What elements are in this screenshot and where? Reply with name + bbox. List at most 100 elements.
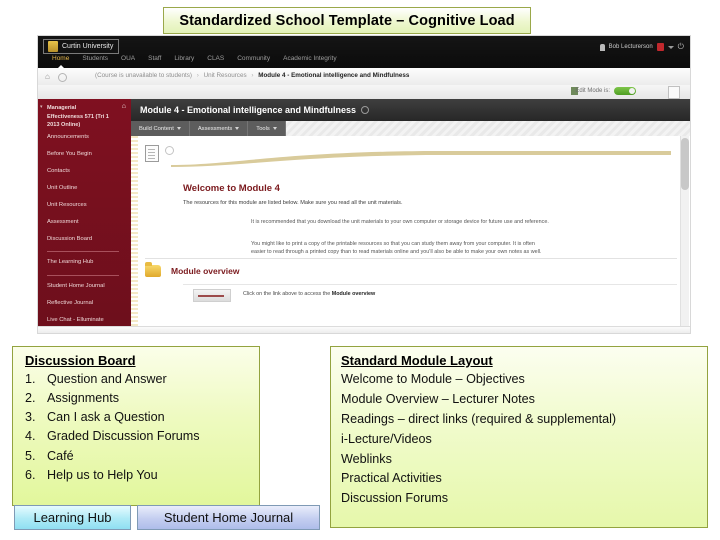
sidebar-item-the-learning-hub[interactable]: The Learning Hub bbox=[47, 255, 125, 272]
breadcrumb-separator-2: › bbox=[251, 72, 254, 79]
edit-mode-label: Edit Mode is: bbox=[575, 88, 610, 94]
tools-button[interactable]: Tools bbox=[248, 121, 286, 136]
list-item[interactable]: 4. Graded Discussion Forums bbox=[25, 427, 259, 446]
list-item[interactable]: 1. Question and Answer bbox=[25, 370, 259, 389]
course-menu-list: Announcements Before You Begin Contacts … bbox=[47, 129, 125, 333]
sidebar-item-contacts[interactable]: Contacts bbox=[47, 163, 125, 180]
home-icon[interactable]: ⌂ bbox=[45, 72, 50, 81]
institution-nav-bar: Curtin University Home Students OUA Staf… bbox=[38, 36, 690, 68]
collapse-panel-button[interactable] bbox=[668, 86, 680, 99]
overview-text-bold: Module overview bbox=[331, 291, 376, 297]
discussion-board-box: Discussion Board 1. Question and Answer … bbox=[12, 346, 260, 506]
nav-item-home[interactable]: Home bbox=[52, 55, 69, 68]
slide-title-text: Standardized School Template – Cognitive… bbox=[179, 12, 515, 29]
list-item[interactable]: 2. Assignments bbox=[25, 389, 259, 408]
chevron-down-icon bbox=[176, 127, 181, 130]
action-button-group: Build Content Assessments Tools bbox=[131, 121, 286, 136]
decorative-swoosh bbox=[171, 150, 671, 167]
list-item-label: Assignments bbox=[47, 391, 120, 406]
overview-thumbnail[interactable] bbox=[193, 289, 231, 302]
alert-badge-icon[interactable] bbox=[656, 43, 664, 51]
module-lead-text: The resources for this module are listed… bbox=[183, 200, 403, 206]
tools-label: Tools bbox=[256, 125, 270, 132]
breadcrumb: (Course is unavailable to students) › Un… bbox=[95, 72, 409, 79]
slide-title-banner: Standardized School Template – Cognitive… bbox=[163, 7, 531, 34]
folder-icon bbox=[145, 262, 161, 277]
learning-hub-button[interactable]: Learning Hub bbox=[14, 505, 131, 530]
list-item-number: 6. bbox=[25, 467, 36, 482]
power-icon[interactable]: ⏻ bbox=[678, 43, 684, 51]
home-icon[interactable]: ⌂ bbox=[122, 103, 126, 110]
module-overview-heading[interactable]: Module overview bbox=[171, 266, 240, 276]
content-scrollbar-thumb[interactable] bbox=[681, 138, 689, 190]
module-document-area: Welcome to Module 4 The resources for th… bbox=[131, 136, 690, 333]
list-item: Practical Activities bbox=[341, 471, 442, 486]
welcome-heading: Welcome to Module 4 bbox=[183, 183, 280, 194]
info-circle-icon[interactable] bbox=[361, 106, 370, 114]
module-heading: Module 4 - Emotional intelligence and Mi… bbox=[140, 105, 357, 115]
chevron-down-icon[interactable] bbox=[667, 45, 674, 49]
discussion-board-list: 1. Question and Answer 2. Assignments 3.… bbox=[13, 370, 259, 485]
curtin-logo[interactable]: Curtin University bbox=[43, 39, 120, 54]
breadcrumb-bar: ⌂ (Course is unavailable to students) › … bbox=[38, 68, 690, 86]
list-item-label: Can I ask a Question bbox=[47, 410, 165, 425]
list-item-number: 4. bbox=[25, 429, 36, 444]
nav-item-clas[interactable]: CLAS bbox=[207, 55, 224, 62]
standard-module-layout-heading: Standard Module Layout bbox=[341, 353, 493, 368]
list-item: Discussion Forums bbox=[341, 491, 449, 506]
overview-text-prefix: Click on the link above to access the bbox=[243, 291, 332, 297]
sidebar-item-unit-outline[interactable]: Unit Outline bbox=[47, 180, 125, 197]
nav-item-community[interactable]: Community bbox=[237, 55, 270, 62]
sidebar-item-assessment[interactable]: Assessment bbox=[47, 214, 125, 231]
breadcrumb-current: Module 4 - Emotional intelligence and Mi… bbox=[258, 72, 410, 79]
list-item: Welcome to Module – Objectives bbox=[341, 372, 525, 386]
info-circle-icon[interactable] bbox=[58, 73, 67, 82]
list-item: Weblinks bbox=[341, 451, 392, 466]
top-nav-links: Home Students OUA Staff Library CLAS Com… bbox=[52, 55, 337, 68]
list-item: Readings – direct links (required & supp… bbox=[341, 411, 617, 426]
user-account-area[interactable]: Bob Lecturerson ⏻ bbox=[599, 43, 684, 51]
module-header: Module 4 - Emotional intelligence and Mi… bbox=[131, 99, 690, 121]
sidebar-item-announcements[interactable]: Announcements bbox=[47, 129, 125, 146]
sidebar-item-discussion-board[interactable]: Discussion Board bbox=[47, 231, 125, 248]
edit-mode-toggle[interactable] bbox=[614, 87, 636, 95]
nav-item-library[interactable]: Library bbox=[174, 55, 194, 62]
module-overview-text: Click on the link above to access the Mo… bbox=[243, 291, 375, 297]
course-menu-sidebar: ▾ Managerial Effectiveness 571 (Tri 1 20… bbox=[38, 99, 131, 333]
toggle-knob bbox=[629, 88, 635, 94]
breadcrumb-separator-1: › bbox=[196, 72, 199, 79]
sidebar-item-unit-resources[interactable]: Unit Resources bbox=[47, 197, 125, 214]
list-item-label: Help us to Help You bbox=[47, 467, 158, 482]
slide-canvas: Standardized School Template – Cognitive… bbox=[0, 0, 720, 540]
sidebar-item-reflective-journal[interactable]: Reflective Journal bbox=[47, 296, 125, 313]
sidebar-item-student-home-journal[interactable]: Student Home Journal bbox=[47, 279, 125, 296]
list-item-label: Café bbox=[47, 448, 74, 463]
nav-item-oua[interactable]: OUA bbox=[121, 55, 135, 62]
breadcrumb-part-unit-resources[interactable]: Unit Resources bbox=[204, 72, 247, 79]
standard-module-layout-box: Standard Module Layout Welcome to Module… bbox=[330, 346, 708, 528]
list-item-label: Graded Discussion Forums bbox=[47, 429, 200, 444]
curtin-shield-icon bbox=[48, 41, 58, 52]
sidebar-divider-2 bbox=[47, 274, 119, 276]
embedded-screenshot: Curtin University Home Students OUA Staf… bbox=[38, 36, 690, 333]
list-item[interactable]: 5. Café bbox=[25, 447, 259, 466]
list-item[interactable]: 3. Can I ask a Question bbox=[25, 408, 259, 427]
list-item: Module Overview – Lecturer Notes bbox=[341, 391, 535, 406]
chevron-down-icon[interactable]: ▾ bbox=[40, 104, 43, 110]
sidebar-divider-1 bbox=[47, 250, 119, 252]
list-item[interactable]: 6. Help us to Help You bbox=[25, 466, 259, 485]
assessments-button[interactable]: Assessments bbox=[190, 121, 249, 136]
list-item-number: 1. bbox=[25, 372, 36, 386]
nav-item-academic-integrity[interactable]: Academic Integrity bbox=[283, 55, 336, 62]
nav-item-staff[interactable]: Staff bbox=[148, 55, 161, 62]
user-icon bbox=[599, 43, 605, 51]
sidebar-item-before-you-begin[interactable]: Before You Begin bbox=[47, 146, 125, 163]
edit-mode-control[interactable]: Edit Mode is: bbox=[575, 87, 636, 95]
build-content-button[interactable]: Build Content bbox=[131, 121, 190, 136]
build-content-label: Build Content bbox=[139, 125, 174, 132]
document-left-strip bbox=[131, 136, 138, 333]
student-home-journal-button[interactable]: Student Home Journal bbox=[137, 505, 320, 530]
module-action-bar: Build Content Assessments Tools ⇅ bbox=[131, 121, 690, 154]
nav-item-students[interactable]: Students bbox=[82, 55, 108, 62]
user-name-label: Bob Lecturerson bbox=[608, 44, 653, 50]
